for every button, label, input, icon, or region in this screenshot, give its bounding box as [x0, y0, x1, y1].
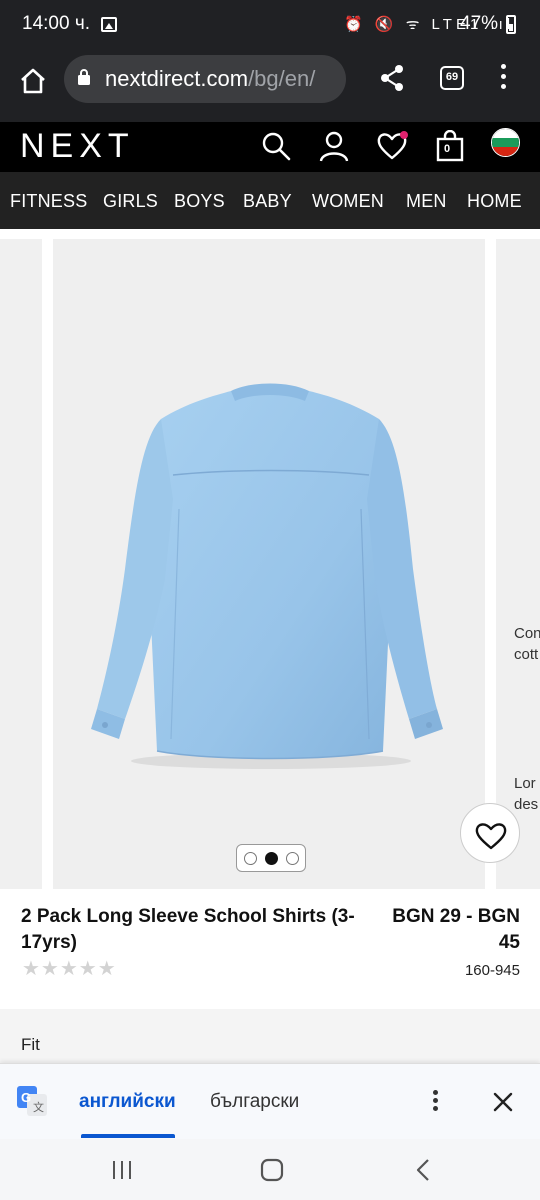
account-icon[interactable] [318, 130, 350, 162]
back-icon[interactable] [411, 1157, 437, 1183]
product-image[interactable] [53, 239, 485, 889]
site-header: NEXT 0 [0, 122, 540, 172]
tab-target-language[interactable]: български [210, 1091, 299, 1113]
translate-menu-icon[interactable] [431, 1090, 439, 1114]
carousel-dot[interactable] [286, 852, 299, 865]
product-title: 2 Pack Long Sleeve School Shirts (3-17yr… [21, 906, 355, 953]
recent-apps-icon[interactable] [109, 1157, 135, 1183]
side-text-line: cott [514, 646, 539, 663]
bag-count: 0 [444, 143, 451, 155]
translate-bar: G 文 английски български [0, 1063, 540, 1139]
product-image-carousel[interactable]: Con cott Lor des [0, 229, 540, 889]
status-time: 14:00 ч. [22, 13, 91, 34]
next-image-panel[interactable]: Con cott Lor des [496, 239, 540, 889]
carousel-dot-active[interactable] [265, 852, 278, 865]
home-button-icon[interactable] [259, 1157, 285, 1183]
tab-switcher-button[interactable]: 69 [440, 66, 464, 90]
svg-text:文: 文 [33, 1100, 44, 1114]
carousel-dot[interactable] [244, 852, 257, 865]
lock-icon [78, 69, 90, 85]
share-icon[interactable] [379, 64, 405, 92]
status-bar: 14:00 ч. ⏰ 🔇 ᯤ LTE1 .ıl 47% [0, 0, 540, 50]
nav-item-fitness[interactable]: FITNESS [10, 191, 87, 212]
svg-text:G: G [21, 1090, 31, 1105]
google-translate-icon: G 文 [17, 1086, 47, 1116]
favourites-badge [400, 131, 408, 139]
category-nav: FITNESS GIRLS BOYS BABY WOMEN MEN HOME [0, 172, 540, 229]
rating-stars[interactable]: ★★★★★ [22, 956, 117, 981]
nav-item-girls[interactable]: GIRLS [103, 191, 158, 212]
nav-item-women[interactable]: WOMEN [312, 191, 384, 212]
fit-label: Fit [21, 1035, 40, 1054]
country-flag-icon[interactable] [491, 128, 520, 157]
previous-image-panel[interactable] [0, 239, 42, 889]
url-host: nextdirect.com [105, 66, 249, 91]
product-price: BGN 29 - BGN 45 [392, 906, 520, 953]
product-info: 2 Pack Long Sleeve School Shirts (3-17yr… [0, 889, 540, 1009]
address-bar[interactable]: nextdirect.com/bg/en/ [64, 55, 346, 103]
fit-section: Fit [0, 1009, 540, 1063]
battery-icon [506, 15, 516, 34]
tab-source-language[interactable]: английски [79, 1091, 176, 1113]
carousel-indicator [236, 844, 306, 872]
url-text: nextdirect.com/bg/en/ [105, 66, 343, 92]
browser-menu-icon[interactable] [494, 64, 512, 94]
home-icon[interactable] [18, 66, 48, 96]
active-tab-indicator [81, 1134, 175, 1138]
add-to-favourites-button[interactable] [460, 803, 520, 863]
heart-icon [475, 823, 507, 850]
next-logo[interactable]: NEXT [20, 127, 135, 166]
search-icon[interactable] [260, 130, 292, 162]
nav-item-baby[interactable]: BABY [243, 191, 292, 212]
system-navigation-bar [0, 1139, 540, 1200]
close-icon[interactable] [493, 1092, 513, 1112]
side-text-line: Lor [514, 775, 536, 792]
battery-percent: 47% [460, 13, 499, 34]
nav-item-boys[interactable]: BOYS [174, 191, 225, 212]
blue-shirt-image [91, 383, 443, 769]
side-text-line: Con [514, 625, 540, 642]
browser-toolbar: nextdirect.com/bg/en/ 69 [0, 50, 540, 122]
gallery-notification-icon [101, 17, 117, 32]
nav-item-home[interactable]: HOME [467, 191, 522, 212]
url-path: /bg/en/ [248, 66, 316, 91]
product-code: 160-945 [464, 962, 520, 979]
favourites-button[interactable] [376, 130, 408, 162]
nav-item-men[interactable]: MEN [406, 191, 447, 212]
shopping-bag-button[interactable]: 0 [434, 129, 466, 162]
